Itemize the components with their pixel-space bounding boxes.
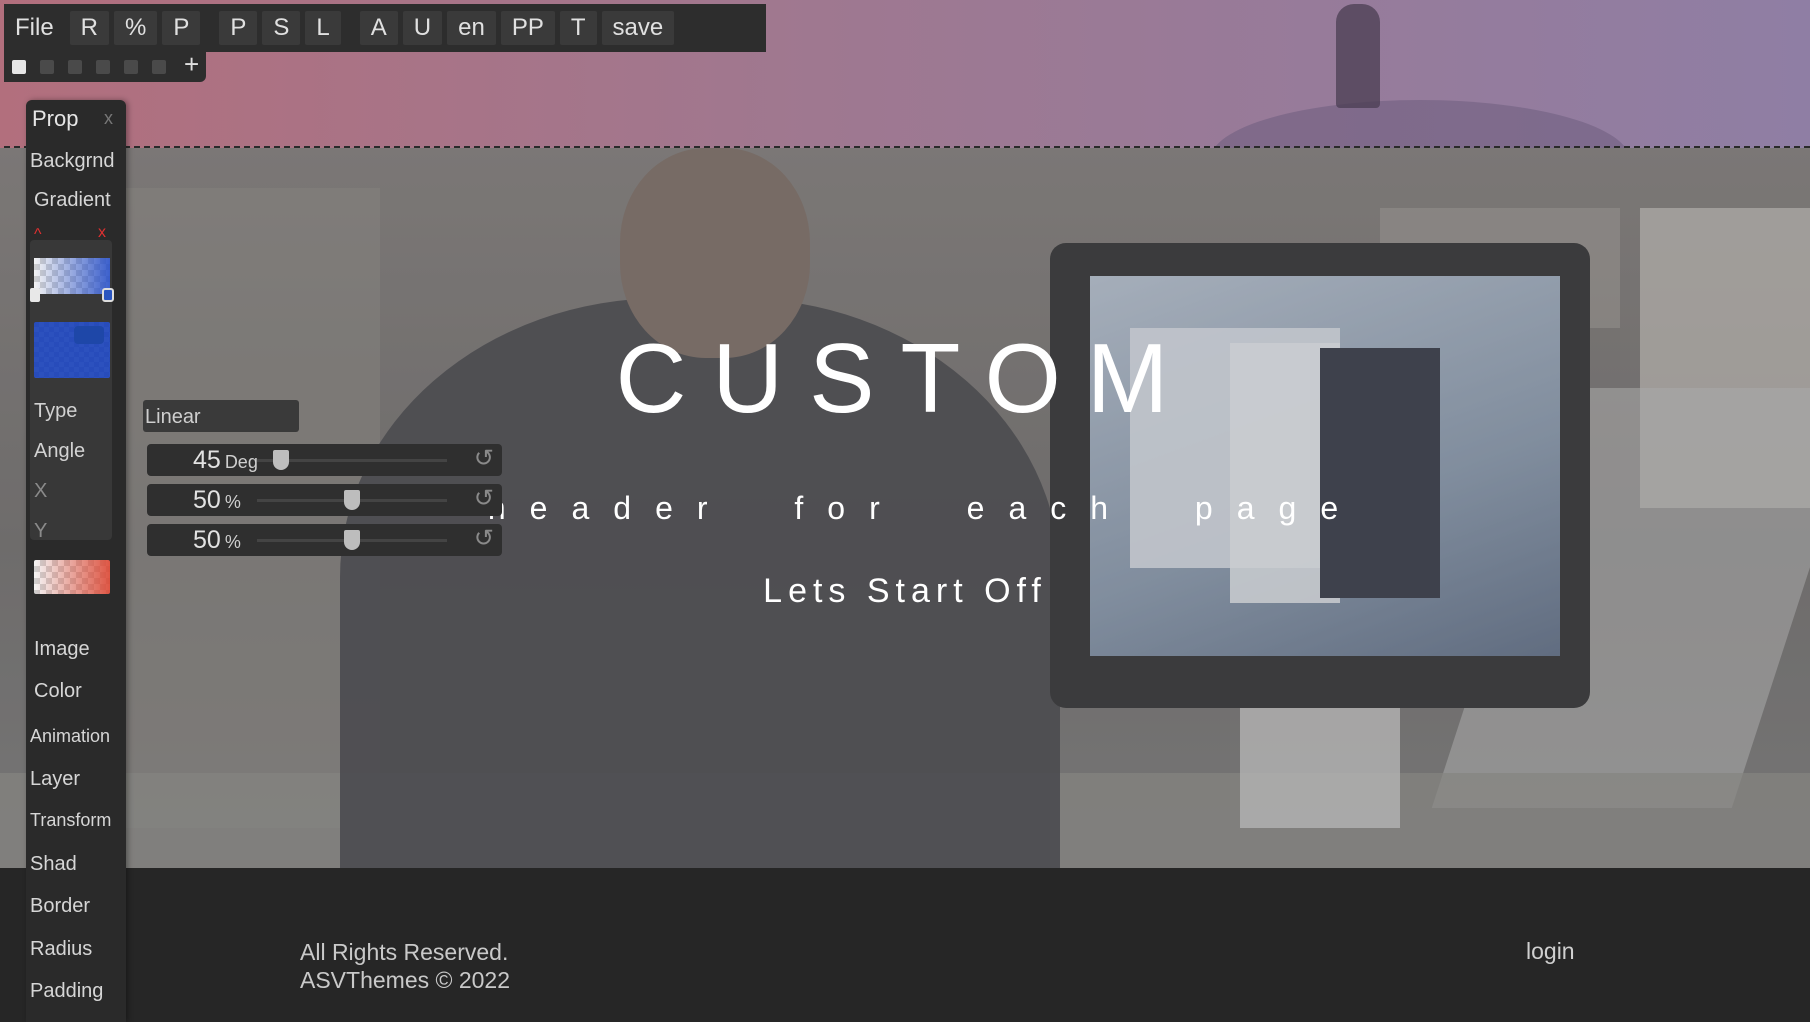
panel-item-animation[interactable]: Animation <box>30 726 110 747</box>
page-tab-active[interactable] <box>12 60 26 74</box>
delete-stop-icon[interactable]: x <box>98 224 106 242</box>
x-reset-icon[interactable]: ↺ <box>474 484 494 513</box>
gradient-stop-end[interactable] <box>102 288 114 302</box>
gradient-type-select[interactable]: Linear <box>143 400 299 432</box>
panel-item-padding[interactable]: Padding <box>30 980 103 1003</box>
gradient-stop-start[interactable] <box>30 288 40 302</box>
save-button[interactable]: save <box>601 11 675 45</box>
footer-copyright: All Rights Reserved. ASVThemes © 2022 <box>300 938 510 994</box>
footer-rights: All Rights Reserved. <box>300 939 509 965</box>
toolbar-button-t[interactable]: T <box>559 11 597 45</box>
person-silhouette <box>1336 4 1380 108</box>
page-tab[interactable] <box>96 60 110 74</box>
y-number: 50 <box>193 526 221 554</box>
toolbar-button-a[interactable]: A <box>359 11 398 45</box>
language-button[interactable]: en <box>447 11 496 45</box>
type-label: Type <box>34 400 78 422</box>
y-unit: % <box>224 532 241 552</box>
panel-close-button[interactable]: x <box>104 108 113 129</box>
page-tab[interactable] <box>152 60 166 74</box>
panel-item-color[interactable]: Color <box>34 680 82 703</box>
toolbar-button-p[interactable]: P <box>162 11 201 45</box>
page-tabs: + <box>4 49 206 82</box>
x-value: 50% <box>193 486 241 515</box>
angle-slider[interactable]: 45 Deg ↺ <box>147 444 502 476</box>
panel-item-transform[interactable]: Transform <box>30 810 111 831</box>
angle-label: Angle <box>34 440 86 462</box>
angle-unit: Deg <box>224 452 258 472</box>
panel-item-shadow[interactable]: Shad <box>30 853 77 876</box>
toolbar-button-p2[interactable]: P <box>219 11 258 45</box>
y-label: Y <box>34 520 48 542</box>
page-tab[interactable] <box>68 60 82 74</box>
x-label: X <box>34 480 48 502</box>
color-chip <box>74 326 104 344</box>
y-knob[interactable] <box>344 530 360 550</box>
panel-item-image[interactable]: Image <box>34 638 90 661</box>
gradient-stop-markers: ^ x <box>34 224 110 243</box>
panel-title: Prop <box>32 106 79 131</box>
panel-item-layer[interactable]: Layer <box>30 768 80 791</box>
file-menu-button[interactable]: File <box>4 11 65 45</box>
toolbar-button-pp[interactable]: PP <box>500 11 555 45</box>
add-tab-button[interactable]: + <box>184 49 199 80</box>
x-unit: % <box>224 492 241 512</box>
x-number: 50 <box>193 486 221 514</box>
gradient-preview[interactable] <box>34 258 110 294</box>
stop-color-swatch[interactable] <box>34 322 110 378</box>
toolbar-button-l[interactable]: L <box>305 11 341 45</box>
editor-toolbar: File R % P P S L A U en PP T save <box>4 4 766 52</box>
toolbar-button-u[interactable]: U <box>402 11 443 45</box>
y-value: 50% <box>193 526 241 555</box>
hero-cta-link[interactable]: Lets Start Off <box>0 572 1810 611</box>
page-tab[interactable] <box>40 60 54 74</box>
y-slider[interactable]: 50% ↺ <box>147 524 502 556</box>
secondary-gradient-swatch[interactable] <box>34 560 110 594</box>
panel-item-background[interactable]: Backgrnd <box>30 150 115 173</box>
panel-item-gradient[interactable]: Gradient <box>34 189 111 212</box>
angle-reset-icon[interactable]: ↺ <box>474 444 494 473</box>
toolbar-button-percent[interactable]: % <box>114 11 158 45</box>
footer-brand: ASVThemes © 2022 <box>300 967 510 993</box>
panel-item-border[interactable]: Border <box>30 895 90 918</box>
angle-number: 45 <box>193 446 221 474</box>
angle-knob[interactable] <box>272 450 289 470</box>
x-slider[interactable]: 50% ↺ <box>147 484 502 516</box>
x-knob[interactable] <box>344 490 360 510</box>
angle-value: 45 Deg <box>193 446 258 475</box>
page-tab[interactable] <box>124 60 138 74</box>
y-reset-icon[interactable]: ↺ <box>474 524 494 553</box>
panel-item-radius[interactable]: Radius <box>30 938 92 961</box>
toolbar-button-r[interactable]: R <box>69 11 110 45</box>
toolbar-button-s[interactable]: S <box>262 11 301 45</box>
login-link[interactable]: login <box>1526 938 1575 965</box>
gradient-stop-caret[interactable]: ^ <box>34 226 42 244</box>
